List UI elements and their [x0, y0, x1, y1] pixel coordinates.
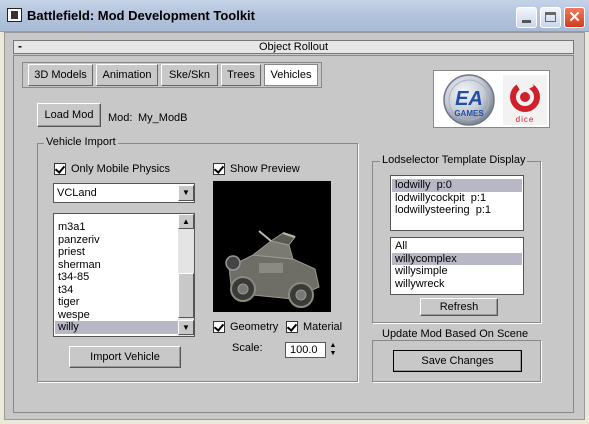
list-item[interactable]: willywreck — [392, 278, 522, 291]
list-item-selected[interactable]: willycomplex — [392, 252, 522, 265]
close-button[interactable]: ✕ — [564, 7, 585, 28]
maximize-button[interactable] — [540, 7, 561, 28]
load-mod-button[interactable]: Load Mod — [37, 103, 101, 127]
rollout-collapse-toggle[interactable]: - — [18, 39, 22, 53]
list-item[interactable]: sherman — [55, 259, 178, 272]
tab-vehicles[interactable]: Vehicles — [264, 64, 318, 86]
geometry-label: Geometry — [230, 321, 279, 333]
tab-trees[interactable]: Trees — [221, 64, 261, 86]
tab-animation[interactable]: Animation — [96, 64, 158, 86]
tab-ske-skn[interactable]: Ske/Skn — [161, 64, 218, 86]
spin-up-icon[interactable]: ▲ — [328, 342, 338, 350]
material-label: Material — [303, 321, 343, 333]
rollout-title: Object Rollout — [258, 41, 329, 53]
logo-panel: EA GAMES dice — [433, 70, 550, 128]
list-item-selected[interactable]: lodwilly p:0 — [392, 179, 522, 192]
list-item[interactable]: t34 — [55, 284, 178, 297]
jeep-model-image — [225, 230, 320, 308]
checkmark-icon — [213, 163, 225, 174]
tab-3d-models[interactable]: 3D Models — [28, 64, 93, 86]
update-mod-title: Update Mod Based On Scene — [380, 328, 531, 340]
scrollbar-thumb[interactable] — [178, 273, 194, 318]
window-title: Battlefield: Mod Development Toolkit — [27, 8, 255, 23]
lodselector-title: Lodselector Template Display — [380, 154, 528, 166]
list-item[interactable]: panzeriv — [55, 234, 178, 247]
geometry-checkbox[interactable] — [213, 321, 225, 333]
scale-label: Scale: — [232, 342, 263, 354]
vehicle-import-title: Vehicle Import — [44, 136, 118, 148]
close-icon: ✕ — [568, 9, 581, 26]
list-item[interactable]: tiger — [55, 296, 178, 309]
scale-input[interactable]: 100.0 — [285, 342, 326, 358]
maximize-icon — [545, 12, 556, 22]
list-item[interactable]: All — [392, 240, 522, 253]
list-item[interactable]: priest — [55, 246, 178, 259]
list-item[interactable]: m3a1 — [55, 221, 178, 234]
vehicle-class-value: VCLand — [57, 187, 97, 199]
minimize-icon — [522, 20, 531, 23]
ea-games-text: GAMES — [454, 109, 484, 118]
checkmark-icon — [286, 321, 298, 332]
scroll-up-icon[interactable]: ▲ — [178, 214, 194, 229]
lod-list[interactable]: lodwilly p:0 lodwillycockpit p:1 lodwill… — [390, 175, 524, 231]
vehicle-class-select[interactable]: VCLand ▼ — [53, 183, 195, 203]
refresh-button[interactable]: Refresh — [420, 298, 498, 316]
save-changes-button[interactable]: Save Changes — [393, 350, 522, 372]
show-preview-label: Show Preview — [230, 163, 300, 175]
spin-down-icon[interactable]: ▼ — [328, 350, 338, 358]
list-item[interactable]: lodwillycockpit p:1 — [392, 192, 522, 205]
template-list[interactable]: All willycomplex willysimple willywreck — [390, 237, 524, 295]
checkmark-icon — [213, 321, 225, 332]
list-item[interactable]: wespe — [55, 309, 178, 322]
mod-label: Mod: — [108, 112, 133, 124]
list-item[interactable]: t34-85 — [55, 271, 178, 284]
title-bar[interactable]: Battlefield: Mod Development Toolkit ✕ — [0, 0, 589, 32]
dice-text: dice — [516, 115, 535, 124]
vehicle-preview — [213, 181, 331, 312]
vehicle-list[interactable]: m3a1 panzeriv priest sherman t34-85 t34 … — [53, 213, 195, 337]
ea-games-logo: EA GAMES dice — [443, 74, 547, 126]
only-mobile-physics-label: Only Mobile Physics — [71, 163, 171, 175]
list-item-selected[interactable]: willy — [55, 321, 178, 334]
ea-letters: EA — [455, 88, 483, 110]
scale-value: 100.0 — [290, 344, 318, 356]
list-item[interactable]: lodwillysteering p:1 — [392, 204, 522, 217]
rollout-header[interactable]: Object Rollout — [13, 40, 574, 54]
scale-spinner[interactable]: ▲ ▼ — [328, 342, 338, 358]
vehicle-list-scrollbar[interactable]: ▲ ▼ — [178, 214, 194, 336]
import-vehicle-button[interactable]: Import Vehicle — [69, 346, 181, 368]
checkmark-icon — [54, 163, 66, 174]
only-mobile-physics-checkbox[interactable] — [54, 163, 66, 175]
show-preview-checkbox[interactable] — [213, 163, 225, 175]
scroll-down-icon[interactable]: ▼ — [178, 320, 194, 335]
chevron-down-icon[interactable]: ▼ — [178, 185, 194, 201]
app-icon — [7, 8, 22, 22]
list-item[interactable]: willysimple — [392, 265, 522, 278]
material-checkbox[interactable] — [286, 321, 298, 333]
minimize-button[interactable] — [516, 7, 537, 28]
mod-name: My_ModB — [138, 112, 188, 124]
